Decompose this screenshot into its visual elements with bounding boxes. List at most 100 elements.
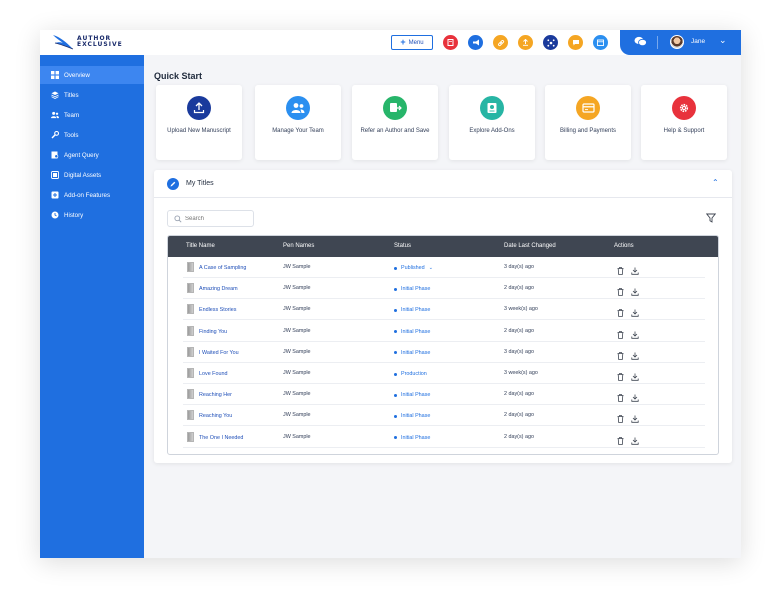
brand-logo[interactable]: AUTHOR EXCLUSIVE <box>52 34 123 50</box>
upload-icon[interactable] <box>518 35 533 50</box>
search-field[interactable] <box>167 210 254 227</box>
history-icon <box>51 211 59 219</box>
book-cover-icon <box>187 389 194 400</box>
status-label: Published <box>401 265 425 271</box>
sidebar-item-history[interactable]: History <box>40 206 144 224</box>
status-dot <box>394 266 397 270</box>
column-header-date: Date Last Changed <box>504 243 556 249</box>
help-support-card[interactable]: Help & Support <box>641 85 727 160</box>
sidebar-item-label: History <box>64 211 84 219</box>
table-row[interactable]: A Case of Sampling JW Sample Published ⌄ 3 d… <box>168 257 718 278</box>
table-row[interactable]: Finding You JW Sample Initial Phase 2 day(s… <box>168 321 718 342</box>
date-last-changed: 2 day(s) ago <box>504 391 534 398</box>
sidebar-item-label: Overview <box>64 71 90 79</box>
top-header: AUTHOR EXCLUSIVE + Menu Jane ⌄ <box>40 30 741 55</box>
status-dot <box>394 308 397 312</box>
title-name-link[interactable]: Finding You <box>199 329 227 335</box>
status-label: Initial Phase <box>401 286 431 293</box>
table-row[interactable]: Love Found JW Sample Production 3 week(s) a… <box>168 363 718 384</box>
title-name-link[interactable]: Reaching You <box>199 413 232 419</box>
calendar-icon[interactable] <box>593 35 608 50</box>
date-last-changed: 2 day(s) ago <box>504 433 534 440</box>
table-row[interactable]: The One I Needed JW Sample Initial Phase 2 … <box>168 427 718 448</box>
sidebar: Overview Titles Team Tools Agent Query D… <box>40 55 144 558</box>
upload-manuscript-card[interactable]: Upload New Manuscript <box>156 85 242 160</box>
row-divider <box>183 446 705 448</box>
app-window: AUTHOR EXCLUSIVE + Menu Jane ⌄ Overview … <box>40 30 741 558</box>
status-dot <box>394 372 397 376</box>
network-icon[interactable] <box>543 35 558 50</box>
filter-icon[interactable] <box>706 213 716 223</box>
date-last-changed: 2 day(s) ago <box>504 327 534 334</box>
sidebar-item-digital-assets[interactable]: Digital Assets <box>40 166 144 184</box>
title-name-link[interactable]: Amazing Dream <box>199 286 238 292</box>
sidebar-item-label: Digital Assets <box>64 171 102 179</box>
brand-name-line2: EXCLUSIVE <box>77 41 123 48</box>
table-header: Title Name Pen Names Status Date Last Ch… <box>168 236 718 257</box>
sidebar-item-titles[interactable]: Titles <box>40 86 144 104</box>
table-row[interactable]: I Waited For You JW Sample Initial Phase 3 … <box>168 342 718 363</box>
chevron-down-icon[interactable]: ⌄ <box>429 265 433 271</box>
header-divider <box>657 36 658 49</box>
messages-icon[interactable] <box>634 36 647 47</box>
my-titles-header[interactable]: My Titles ⌃ <box>154 170 732 198</box>
search-input[interactable] <box>185 215 245 222</box>
sidebar-item-team[interactable]: Team <box>40 106 144 124</box>
title-name-link[interactable]: I Waited For You <box>199 350 239 356</box>
book-cover-icon <box>187 283 194 294</box>
chat-icon[interactable] <box>568 35 583 50</box>
avatar[interactable] <box>670 35 684 49</box>
date-last-changed: 3 day(s) ago <box>504 264 534 270</box>
column-header-pen-names: Pen Names <box>283 243 315 249</box>
date-last-changed: 2 day(s) ago <box>504 412 534 419</box>
sidebar-item-label: Tools <box>64 131 79 139</box>
pen-name: JW Sample <box>283 433 311 440</box>
menu-button-label: Menu <box>408 39 424 46</box>
menu-button[interactable]: + Menu <box>391 35 433 50</box>
manage-team-card[interactable]: Manage Your Team <box>255 85 341 160</box>
column-header-actions: Actions <box>614 243 634 249</box>
title-name-link[interactable]: The One I Needed <box>199 435 243 441</box>
sidebar-item-add-on-features[interactable]: Add-on Features <box>40 186 144 204</box>
status-label: Initial Phase <box>401 434 431 441</box>
billing-payments-card[interactable]: Billing and Payments <box>545 85 631 160</box>
chevron-down-icon[interactable]: ⌄ <box>719 35 727 46</box>
refer-author-card[interactable]: Refer an Author and Save <box>352 85 438 160</box>
link-icon[interactable] <box>493 35 508 50</box>
title-name-link[interactable]: Endless Stories <box>199 307 236 313</box>
table-row[interactable]: Reaching You JW Sample Initial Phase 2 day(… <box>168 405 718 427</box>
sidebar-item-overview[interactable]: Overview <box>40 66 144 84</box>
status-label: Initial Phase <box>401 328 431 335</box>
user-menu[interactable]: Jane ⌄ <box>620 30 741 55</box>
status-badge: Initial Phase <box>394 413 430 419</box>
date-last-changed: 3 day(s) ago <box>504 348 534 355</box>
manuscript-icon[interactable] <box>443 35 458 50</box>
sidebar-item-agent-query[interactable]: Agent Query <box>40 146 144 164</box>
title-name-link[interactable]: Love Found <box>199 371 227 377</box>
pen-name: JW Sample <box>283 391 311 398</box>
sidebar-item-tools[interactable]: Tools <box>40 126 144 144</box>
titles-table: Title Name Pen Names Status Date Last Ch… <box>167 235 719 455</box>
card-label: Explore Add-Ons <box>469 128 515 134</box>
table-row[interactable]: Endless Stories JW Sample Initial Phase 3 w… <box>168 299 718 321</box>
chevron-up-icon[interactable]: ⌃ <box>712 178 719 187</box>
date-last-changed: 2 day(s) ago <box>504 285 534 292</box>
team-icon <box>286 96 310 120</box>
billing-icon <box>576 96 600 120</box>
sidebar-item-label: Agent Query <box>64 151 99 159</box>
status-label: Initial Phase <box>401 413 431 420</box>
status-label: Production <box>401 371 427 377</box>
status-label: Initial Phase <box>401 349 431 356</box>
status-badge[interactable]: Published ⌄ <box>394 265 433 271</box>
wrench-icon <box>51 131 59 139</box>
grid-icon <box>51 71 59 79</box>
status-dot <box>394 393 397 397</box>
title-name-link[interactable]: A Case of Sampling <box>199 265 246 271</box>
layers-icon <box>51 91 59 99</box>
book-cover-icon <box>187 325 194 336</box>
megaphone-icon[interactable] <box>468 35 483 50</box>
title-name-link[interactable]: Reaching Her <box>199 392 232 398</box>
table-row[interactable]: Reaching Her JW Sample Initial Phase 2 day(… <box>168 384 718 406</box>
explore-addons-card[interactable]: Explore Add-Ons <box>449 85 535 160</box>
table-row[interactable]: Amazing Dream JW Sample Initial Phase 2 day… <box>168 278 718 300</box>
